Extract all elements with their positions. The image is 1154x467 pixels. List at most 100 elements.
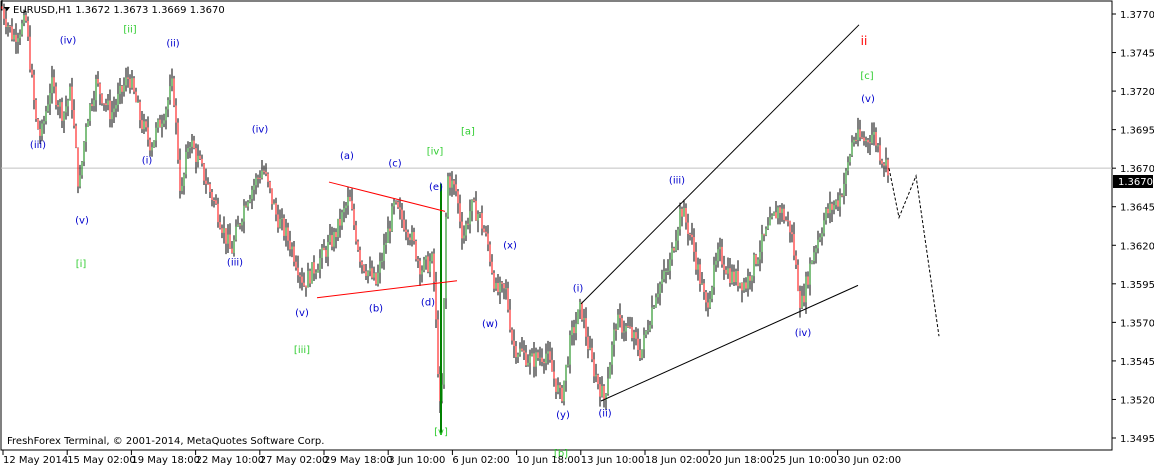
copyright-label: FreshForex Terminal, © 2001-2014, MetaQu… (7, 436, 324, 447)
price-tick-label: 1.3545 (1120, 357, 1154, 368)
candle (275, 197, 277, 222)
candle (321, 244, 323, 269)
candle (239, 222, 241, 230)
wave-label: (a) (340, 151, 354, 162)
candle (277, 204, 279, 233)
candle (625, 322, 627, 342)
candle (153, 140, 155, 148)
candle (629, 316, 631, 329)
candle (881, 158, 883, 168)
wave-label: (i) (142, 156, 153, 167)
candle (7, 22, 9, 37)
candle (427, 251, 429, 274)
candle (405, 219, 407, 241)
candle (777, 205, 779, 225)
candle (251, 185, 253, 210)
time-tick-label: 13 Jun 10:00 (581, 455, 645, 466)
candle (577, 309, 579, 325)
candle (847, 156, 849, 176)
candle (363, 264, 365, 274)
candle (533, 342, 535, 378)
candle (147, 116, 149, 147)
candle (65, 95, 67, 120)
candle (85, 123, 87, 152)
candle (843, 172, 845, 205)
candle (781, 203, 783, 222)
candle (529, 349, 531, 375)
candle (667, 259, 669, 276)
candle (429, 253, 431, 278)
wave-label: (c) (388, 159, 401, 170)
candle (139, 99, 141, 129)
candle (809, 257, 811, 296)
candle (549, 341, 551, 363)
candle (207, 177, 209, 185)
candle (43, 115, 45, 134)
candle (259, 170, 261, 184)
time-tick-label: 20 Jun 18:00 (709, 455, 773, 466)
candle (583, 308, 585, 329)
candle (131, 70, 133, 90)
candle (621, 315, 623, 339)
candle (233, 235, 235, 257)
candle (609, 362, 611, 379)
candle (567, 356, 569, 368)
candle (453, 178, 455, 195)
chart-window[interactable]: (iv) [ii] (ii) (iii) (i) (iv) (v) [i] (iii) (a) (c… (0, 0, 1154, 467)
candle (671, 242, 673, 266)
candle (73, 99, 75, 129)
candle (359, 246, 361, 268)
candle (373, 266, 375, 281)
price-axis[interactable]: 1.3770 1.3745 1.3720 1.3695 1.3670 1.3645 1.36… (1112, 10, 1154, 445)
candle (833, 200, 835, 215)
candle (819, 233, 821, 243)
candle (697, 257, 699, 281)
candle (231, 241, 233, 254)
candle (723, 255, 725, 280)
price-chart[interactable]: (iv) [ii] (ii) (iii) (i) (iv) (v) [i] (iii) (a) (c… (0, 0, 1154, 467)
candle (731, 264, 733, 285)
candle (649, 320, 651, 333)
wave-label: (d) (421, 297, 435, 308)
candle (417, 255, 419, 268)
wave-label: ii (861, 34, 868, 48)
candle (117, 82, 119, 112)
candle (109, 89, 111, 128)
candle (367, 270, 369, 284)
candle (95, 74, 97, 112)
candle (715, 252, 717, 272)
price-tick-label: 1.3620 (1120, 241, 1154, 252)
candle (163, 113, 165, 128)
candle (753, 252, 755, 284)
symbol-header[interactable]: EURUSD,H1 1.3672 1.3673 1.3669 1.3670 (4, 5, 225, 16)
candle (705, 289, 707, 312)
candle (569, 330, 571, 374)
candle (241, 218, 243, 232)
time-tick-label: 27 May 02:00 (260, 455, 329, 466)
candle (867, 138, 869, 154)
candle (883, 162, 885, 177)
candle (689, 232, 691, 241)
candle (557, 377, 559, 395)
price-tick-label: 1.3570 (1120, 318, 1154, 329)
candle (229, 223, 231, 249)
candle (719, 237, 721, 262)
candle (445, 212, 447, 310)
candle (507, 281, 509, 313)
candle (799, 285, 801, 318)
candle (531, 348, 533, 357)
time-tick-label: 15 May 02:00 (67, 455, 136, 466)
candle (813, 246, 815, 265)
time-axis[interactable]: 12 May 201415 May 02:0019 May 18:0022 Ma… (2, 450, 901, 466)
candle (385, 232, 387, 254)
candle (573, 319, 575, 346)
candle (425, 255, 427, 270)
candle (255, 173, 257, 195)
candle (307, 262, 309, 288)
candle (879, 137, 881, 165)
candle (47, 95, 49, 113)
candle (33, 69, 35, 110)
candle (607, 366, 609, 396)
candle (397, 200, 399, 209)
candle (741, 282, 743, 303)
